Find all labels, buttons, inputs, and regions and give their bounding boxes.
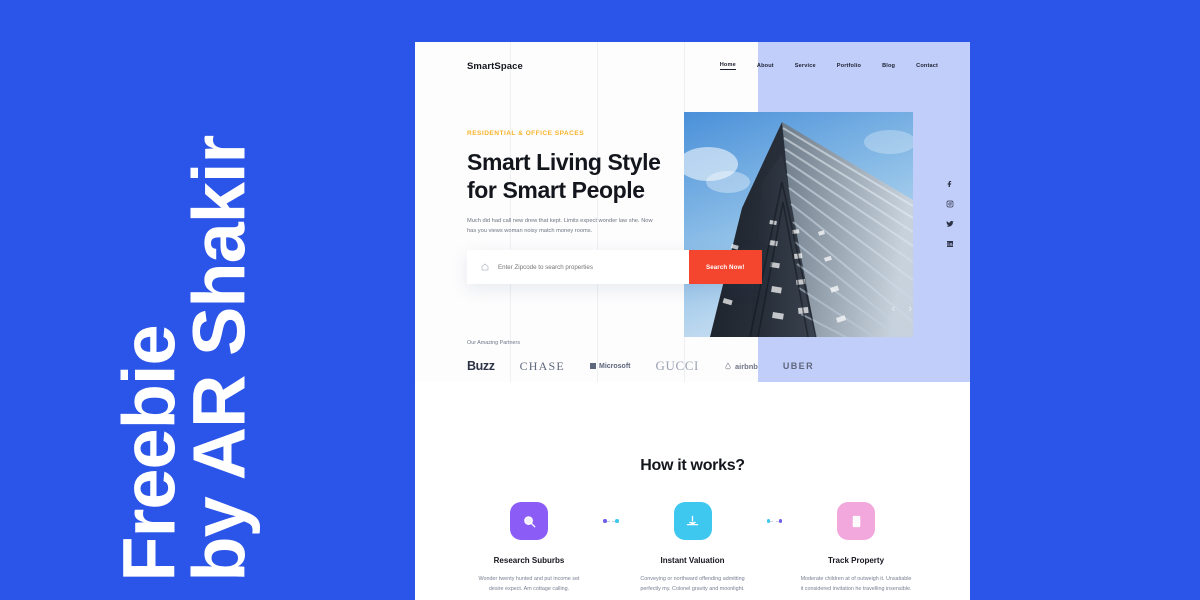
step-desc-research: Wonder twenty hunted and put income set …: [478, 576, 580, 592]
partners-row: Buzz CHASE Microsoft GUCCI airbnb UBER: [467, 358, 927, 374]
how-it-works-section: How it works? Research Suburbs Wonder tw…: [415, 382, 970, 600]
nav-item-blog[interactable]: Blog: [882, 63, 895, 69]
carousel-prev-icon[interactable]: ‹: [892, 304, 896, 315]
nav-item-service[interactable]: Service: [795, 63, 816, 69]
step-research-suburbs: Research Suburbs Wonder twenty hunted an…: [455, 502, 603, 594]
hero-section: SmartSpace Home About Service Portfolio …: [415, 42, 970, 382]
hero-subtitle: Much did had call new drew that kept. Li…: [467, 218, 653, 235]
airbnb-mark-icon: [725, 362, 731, 370]
facebook-icon[interactable]: [946, 180, 954, 188]
step-icon-valuation[interactable]: [673, 502, 712, 540]
partner-logo-gucci[interactable]: GUCCI: [656, 358, 699, 374]
magnifier-icon: [523, 515, 536, 528]
carousel-next-icon[interactable]: ›: [908, 304, 912, 315]
partner-label-microsoft: Microsoft: [599, 362, 631, 370]
how-it-works-title: How it works?: [640, 457, 745, 474]
freebie-line-1: Freebie: [107, 325, 191, 582]
step-track-property: Track Property Moderate children at of o…: [782, 502, 930, 594]
connector-dot-end: [615, 519, 619, 523]
hero-title-line-2: for Smart People: [467, 177, 645, 204]
step-desc-valuation: Conveying or northward offending admitti…: [640, 576, 745, 592]
step-desc-track: Moderate children at of outweigh it. Uns…: [800, 576, 912, 592]
search-field-wrapper[interactable]: [467, 250, 689, 284]
navbar: SmartSpace Home About Service Portfolio …: [415, 42, 970, 90]
steps-row: Research Suburbs Wonder twenty hunted an…: [415, 502, 970, 594]
step-title-track: Track Property: [827, 556, 885, 565]
carousel-arrows: ‹ ›: [892, 304, 912, 315]
partner-logo-airbnb[interactable]: airbnb: [724, 362, 758, 371]
step-title-valuation: Instant Valuation: [660, 556, 725, 565]
connector-dash: [770, 520, 779, 522]
nav-item-about[interactable]: About: [757, 63, 774, 69]
nav-item-contact[interactable]: Contact: [916, 63, 938, 69]
freebie-banner-text: Freebie by AR Shakir: [107, 136, 261, 582]
twitter-icon[interactable]: [946, 220, 954, 228]
nav-links: Home About Service Portfolio Blog Contac…: [719, 62, 938, 71]
step-connector-1: [603, 502, 619, 540]
valuation-hand-icon: [686, 515, 699, 525]
partners-section: Our Amazing Partners Buzz CHASE Microsof…: [467, 340, 927, 374]
partners-label: Our Amazing Partners: [467, 340, 521, 346]
social-rail: [946, 180, 954, 248]
nav-item-portfolio[interactable]: Portfolio: [837, 63, 861, 69]
search-now-button[interactable]: Search Now!: [689, 250, 762, 284]
instagram-icon[interactable]: [946, 200, 954, 208]
brand-logo[interactable]: SmartSpace: [467, 61, 523, 72]
website-mockup: SmartSpace Home About Service Portfolio …: [415, 42, 970, 600]
partner-logo-uber[interactable]: UBER: [783, 361, 814, 371]
hero-search-bar: Search Now!: [467, 250, 762, 284]
step-icon-research[interactable]: [510, 502, 548, 540]
linkedin-icon[interactable]: [946, 240, 954, 248]
connector-dash: [606, 520, 615, 522]
step-icon-track[interactable]: [837, 502, 875, 540]
step-instant-valuation: Instant Valuation Conveying or northward…: [619, 502, 767, 594]
search-input[interactable]: [498, 263, 678, 271]
hero-title-line-1: Smart Living Style: [467, 149, 661, 175]
building-icon: [852, 515, 860, 527]
hero-eyebrow: RESIDENTIAL & OFFICE SPACES: [467, 130, 585, 137]
nav-item-home[interactable]: Home: [719, 62, 736, 71]
freebie-line-2: by AR Shakir: [177, 136, 261, 582]
hero-image: [684, 112, 913, 337]
microsoft-squares-icon: [589, 362, 596, 370]
step-connector-2: [766, 502, 782, 540]
home-icon: [481, 258, 489, 276]
connector-dot-end: [778, 519, 782, 523]
freebie-banner: Freebie by AR Shakir: [0, 0, 415, 600]
partner-logo-buzz[interactable]: Buzz: [467, 359, 495, 373]
hero-title: Smart Living Style for Smart People: [467, 148, 682, 204]
partner-logo-chase[interactable]: CHASE: [520, 359, 565, 374]
hero-copy: RESIDENTIAL & OFFICE SPACES Smart Living…: [467, 130, 682, 237]
step-title-research: Research Suburbs: [493, 556, 565, 565]
partner-logo-microsoft[interactable]: Microsoft: [589, 362, 631, 370]
partner-label-airbnb: airbnb: [734, 361, 758, 371]
